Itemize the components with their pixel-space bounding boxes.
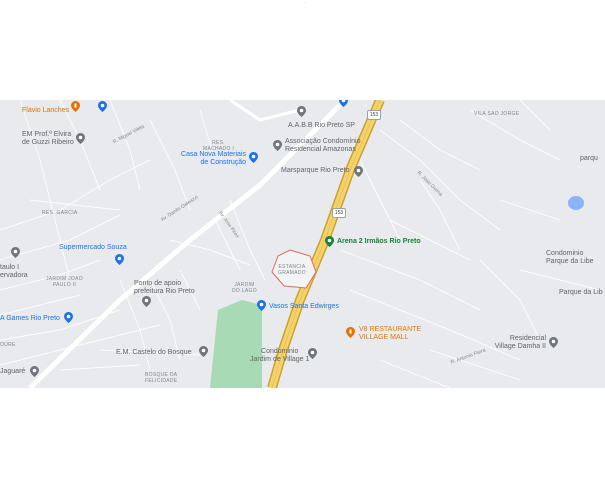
label-v8-restaurante[interactable]: V8 RESTAURANTE VILLAGE MALL bbox=[359, 326, 421, 342]
label-marsparque[interactable]: Marsparque Rio Preto bbox=[281, 167, 349, 175]
highway-shield: 153 bbox=[367, 110, 381, 120]
label-jardim-do-lago: JARDIM DO LAGO bbox=[232, 282, 257, 294]
label-res-garcia: RES. GARCIA bbox=[42, 210, 78, 216]
label-estancia-gramado: ESTANCIA GRAMADO bbox=[278, 264, 306, 276]
label-bosque-da-felicidade: BOSQUE DA FELICIDADE bbox=[145, 372, 178, 384]
label-parque-da-lib[interactable]: Parque da Lib bbox=[559, 289, 603, 297]
place-pin-icon[interactable] bbox=[297, 106, 306, 117]
label-aabb[interactable]: A.A.B.B Rio Preto SP bbox=[288, 122, 355, 130]
place-pin-icon[interactable] bbox=[273, 140, 282, 151]
food-pin-icon[interactable] bbox=[71, 101, 80, 112]
label-casa-nova[interactable]: Casa Nova Materiais de Construção bbox=[176, 151, 246, 167]
map-view[interactable]: 153 153 Flavio Lanches EM Prof.ª Elvira … bbox=[0, 100, 605, 388]
label-parque-right[interactable]: parqu bbox=[580, 155, 598, 163]
place-pin-icon[interactable] bbox=[142, 296, 151, 307]
shop-pin-icon[interactable] bbox=[249, 152, 258, 163]
place-pin-icon[interactable] bbox=[11, 247, 20, 258]
park-pin-icon[interactable] bbox=[325, 236, 334, 247]
shop-pin-icon[interactable] bbox=[64, 312, 73, 323]
shop-pin-icon[interactable] bbox=[339, 100, 348, 107]
label-associacao[interactable]: Associação Condomínio Residencial Amazon… bbox=[285, 138, 361, 154]
place-pin-icon[interactable] bbox=[76, 133, 85, 144]
top-dots: · · bbox=[234, 0, 306, 6]
label-vasos-santa-edwirges[interactable]: Vasos Santa Edwirges bbox=[269, 303, 339, 311]
shop-pin-icon[interactable] bbox=[115, 254, 124, 265]
label-jaguare[interactable]: Jaguaré bbox=[0, 368, 25, 376]
label-residencial-village[interactable]: Residencial Village Damha II bbox=[488, 335, 546, 351]
place-pin-icon[interactable] bbox=[354, 166, 363, 177]
label-ponto-de-apoio[interactable]: Ponto de apoio prefeitura Rio Preto bbox=[134, 280, 195, 296]
highway-shield: 153 bbox=[332, 208, 346, 218]
shop-pin-icon[interactable] bbox=[257, 300, 266, 311]
label-flavio-lanches[interactable]: Flavio Lanches bbox=[22, 107, 69, 115]
label-supermercado-souza[interactable]: Supermercado Souza bbox=[59, 244, 127, 252]
label-condominio-parque[interactable]: Condominio Parque da Libe bbox=[546, 250, 593, 266]
label-a-games[interactable]: A Games Rio Preto bbox=[0, 315, 60, 323]
food-pin-icon[interactable] bbox=[346, 327, 355, 338]
label-em-prof-elvira[interactable]: EM Prof.ª Elvira de Guzzi Ribeiro bbox=[22, 131, 74, 147]
label-jardim-joao-paulo: JARDIM JOAO PAULO II bbox=[46, 276, 83, 288]
place-pin-icon[interactable] bbox=[199, 346, 208, 357]
place-pin-icon[interactable] bbox=[30, 366, 39, 377]
green-park-area bbox=[210, 300, 262, 388]
label-taulo[interactable]: taulo I ervadora bbox=[0, 264, 28, 280]
place-pin-icon[interactable] bbox=[549, 337, 558, 348]
label-condominio-jardim-village[interactable]: Condominio Jardim de Village 1 bbox=[250, 348, 309, 364]
label-em-castelo-do-bosque[interactable]: E.M. Castelo do Bosque bbox=[116, 349, 192, 357]
lake bbox=[568, 196, 584, 210]
label-vila-sao-jorge: VILA SAO JORGE bbox=[474, 111, 520, 117]
label-oure: OURE bbox=[0, 342, 16, 348]
shop-pin-icon[interactable] bbox=[98, 101, 107, 112]
label-arena-2-irmaos[interactable]: Arena 2 Irmãos Rio Preto bbox=[337, 238, 421, 246]
